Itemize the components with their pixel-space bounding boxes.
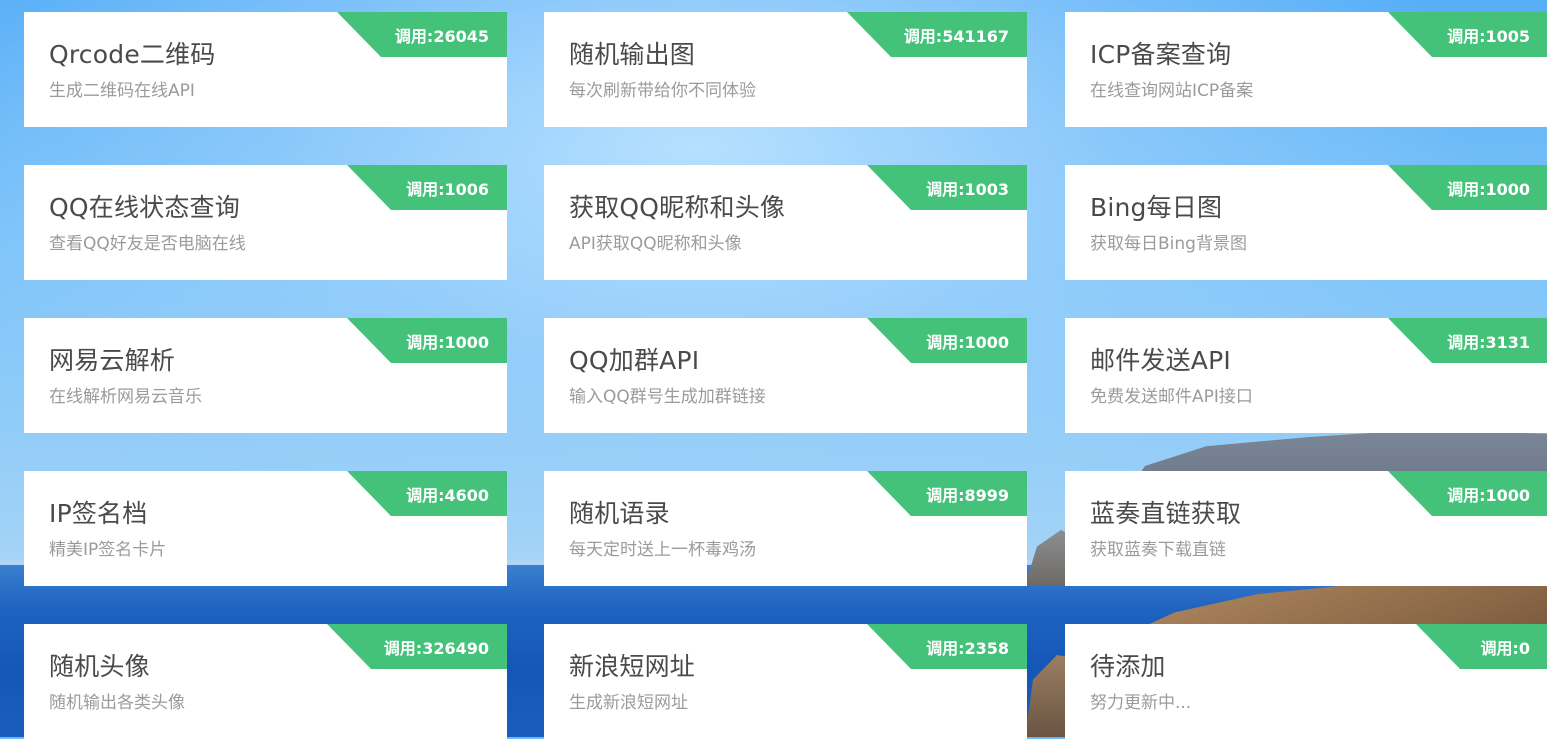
call-count: 调用:3131 (1447, 333, 1530, 352)
api-card-description: 输入QQ群号生成加群链接 (569, 387, 766, 407)
api-card-title: ICP备案查询 (1090, 40, 1232, 69)
api-card-ip-signature[interactable]: 调用:4600 IP签名档 精美IP签名卡片 (24, 471, 507, 586)
api-card-title: Qrcode二维码 (49, 40, 216, 69)
call-count-badge: 调用:0 (1416, 624, 1547, 669)
call-count-badge: 调用:3131 (1388, 318, 1547, 363)
api-card-description: API获取QQ昵称和头像 (569, 234, 742, 254)
api-card-description: 在线解析网易云音乐 (49, 387, 202, 407)
call-count: 调用:26045 (394, 27, 489, 46)
call-count: 调用:1000 (926, 333, 1009, 352)
api-card-qq-nickname-avatar[interactable]: 调用:1003 获取QQ昵称和头像 API获取QQ昵称和头像 (544, 165, 1027, 280)
api-card-description: 生成二维码在线API (49, 81, 195, 101)
api-card-qq-online-status[interactable]: 调用:1006 QQ在线状态查询 查看QQ好友是否电脑在线 (24, 165, 507, 280)
call-count-badge: 调用:1005 (1388, 12, 1547, 57)
call-count-badge: 调用:326490 (327, 624, 507, 669)
api-card-description: 努力更新中... (1090, 693, 1192, 713)
api-card-title: 蓝奏直链获取 (1090, 499, 1242, 528)
api-card-description: 随机输出各类头像 (49, 693, 185, 713)
call-count: 调用:326490 (383, 639, 489, 658)
call-count: 调用:2358 (926, 639, 1009, 658)
call-count: 调用:1000 (1447, 180, 1530, 199)
api-card-description: 每天定时送上一杯毒鸡汤 (569, 540, 756, 560)
api-card-description: 获取每日Bing背景图 (1090, 234, 1247, 254)
api-card-title: 新浪短网址 (569, 652, 696, 681)
call-count: 调用:0 (1480, 639, 1530, 658)
api-card-email-send[interactable]: 调用:3131 邮件发送API 免费发送邮件API接口 (1065, 318, 1547, 433)
api-card-qrcode[interactable]: 调用:26045 Qrcode二维码 生成二维码在线API (24, 12, 507, 127)
api-card-title: 获取QQ昵称和头像 (569, 193, 786, 222)
api-card-qq-join-group[interactable]: 调用:1000 QQ加群API 输入QQ群号生成加群链接 (544, 318, 1027, 433)
api-card-description: 生成新浪短网址 (569, 693, 688, 713)
call-count: 调用:1005 (1447, 27, 1530, 46)
api-card-description: 在线查询网站ICP备案 (1090, 81, 1254, 101)
call-count-badge: 调用:1006 (347, 165, 507, 210)
call-count-badge: 调用:1003 (867, 165, 1027, 210)
call-count: 调用:8999 (926, 486, 1009, 505)
api-card-pending[interactable]: 调用:0 待添加 努力更新中... (1065, 624, 1547, 739)
call-count-badge: 调用:1000 (867, 318, 1027, 363)
api-card-description: 获取蓝奏下载直链 (1090, 540, 1226, 560)
api-card-title: QQ加群API (569, 346, 700, 375)
call-count: 调用:1003 (926, 180, 1009, 199)
api-card-description: 每次刷新带给你不同体验 (569, 81, 756, 101)
api-card-title: 随机语录 (569, 499, 670, 528)
api-card-bing-daily[interactable]: 调用:1000 Bing每日图 获取每日Bing背景图 (1065, 165, 1547, 280)
call-count-badge: 调用:541167 (847, 12, 1027, 57)
call-count: 调用:1006 (406, 180, 489, 199)
api-card-random-image[interactable]: 调用:541167 随机输出图 每次刷新带给你不同体验 (544, 12, 1027, 127)
call-count: 调用:1000 (1447, 486, 1530, 505)
call-count-badge: 调用:26045 (337, 12, 507, 57)
call-count: 调用:541167 (903, 27, 1009, 46)
api-card-random-quote[interactable]: 调用:8999 随机语录 每天定时送上一杯毒鸡汤 (544, 471, 1027, 586)
api-card-title: Bing每日图 (1090, 193, 1223, 222)
call-count: 调用:1000 (406, 333, 489, 352)
api-card-title: 网易云解析 (49, 346, 176, 375)
api-card-title: 随机输出图 (569, 40, 696, 69)
api-card-description: 查看QQ好友是否电脑在线 (49, 234, 246, 254)
api-card-lanzou-direct-link[interactable]: 调用:1000 蓝奏直链获取 获取蓝奏下载直链 (1065, 471, 1547, 586)
call-count-badge: 调用:1000 (1388, 165, 1547, 210)
api-card-icp-lookup[interactable]: 调用:1005 ICP备案查询 在线查询网站ICP备案 (1065, 12, 1547, 127)
api-card-sina-short-url[interactable]: 调用:2358 新浪短网址 生成新浪短网址 (544, 624, 1027, 739)
call-count-badge: 调用:1000 (347, 318, 507, 363)
api-card-description: 免费发送邮件API接口 (1090, 387, 1253, 407)
call-count-badge: 调用:4600 (347, 471, 507, 516)
api-card-title: 随机头像 (49, 652, 150, 681)
api-card-random-avatar[interactable]: 调用:326490 随机头像 随机输出各类头像 (24, 624, 507, 739)
api-card-description: 精美IP签名卡片 (49, 540, 167, 560)
call-count-badge: 调用:1000 (1388, 471, 1547, 516)
call-count-badge: 调用:8999 (867, 471, 1027, 516)
api-card-grid: 调用:26045 Qrcode二维码 生成二维码在线API 调用:541167 … (0, 0, 1547, 739)
call-count: 调用:4600 (406, 486, 489, 505)
api-card-title: 邮件发送API (1090, 346, 1231, 375)
call-count-badge: 调用:2358 (867, 624, 1027, 669)
api-card-netease-music[interactable]: 调用:1000 网易云解析 在线解析网易云音乐 (24, 318, 507, 433)
api-card-title: 待添加 (1090, 652, 1166, 681)
api-card-title: IP签名档 (49, 499, 148, 528)
api-card-title: QQ在线状态查询 (49, 193, 240, 222)
